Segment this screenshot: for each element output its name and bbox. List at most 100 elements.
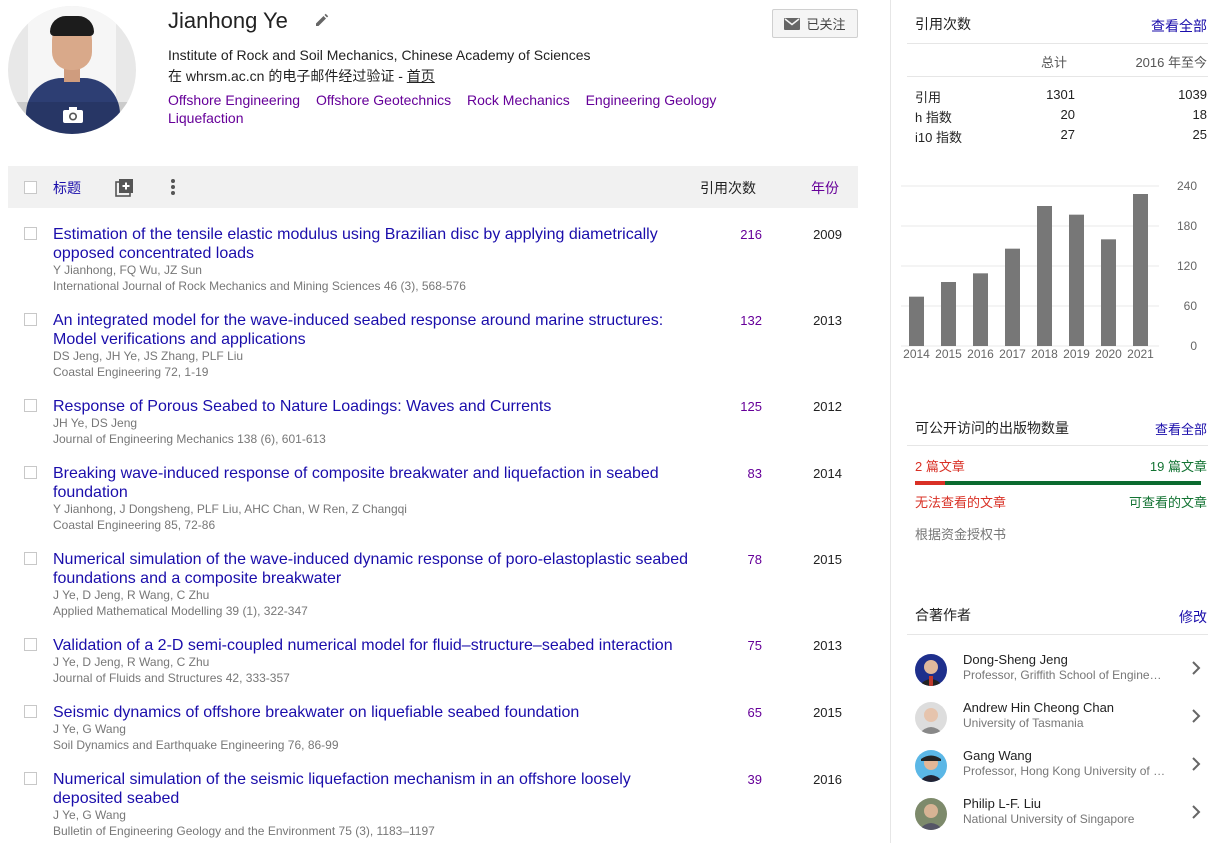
coauthor-affiliation: National University of Singapore [963, 812, 1135, 826]
chevron-right-icon [1192, 709, 1201, 723]
unavailable-label[interactable]: 无法查看的文章 [915, 492, 1006, 511]
coauthor-item[interactable]: Andrew Hin Cheong Chan University of Tas… [915, 700, 1205, 744]
citation-bar-2014[interactable] [909, 296, 924, 346]
x-tick-label: 2020 [1095, 347, 1122, 361]
citation-bar-2017[interactable] [1005, 248, 1020, 346]
row-checkbox[interactable] [24, 705, 37, 718]
row-checkbox[interactable] [24, 638, 37, 651]
stats-col-total: 总计 [1041, 55, 1068, 70]
y-tick-label: 240 [1177, 179, 1197, 193]
interest-link[interactable]: Offshore Engineering [168, 92, 300, 108]
profile-affiliation: Institute of Rock and Soil Mechanics, Ch… [168, 47, 591, 63]
y-tick-label: 180 [1177, 219, 1197, 233]
interest-link[interactable]: Rock Mechanics [467, 92, 570, 108]
citation-count[interactable]: 39 [708, 772, 762, 787]
publication-year: 2015 [813, 552, 842, 567]
chevron-right-icon [1192, 805, 1201, 819]
open-access-view-all-link[interactable]: 查看全部 [1155, 419, 1207, 438]
publication-title[interactable]: Validation of a 2-D semi-coupled numeric… [53, 636, 693, 655]
publication-venue: Journal of Fluids and Structures 42, 333… [53, 671, 290, 685]
coauthor-name: Andrew Hin Cheong Chan [963, 700, 1115, 715]
unavailable-count[interactable]: 2 篇文章 [915, 456, 965, 475]
chevron-right-icon [1192, 661, 1201, 675]
publication-year: 2009 [813, 227, 842, 242]
add-article-icon[interactable] [115, 178, 134, 197]
pencil-edit-icon[interactable] [314, 12, 330, 28]
row-checkbox[interactable] [24, 227, 37, 240]
citation-count[interactable]: 78 [708, 552, 762, 567]
stat-label: 引用 [915, 90, 942, 105]
publication-title[interactable]: Breaking wave-induced response of compos… [53, 464, 693, 502]
more-vertical-icon[interactable] [170, 178, 176, 196]
publication-venue: Bulletin of Engineering Geology and the … [53, 824, 435, 838]
publication-title[interactable]: Seismic dynamics of offshore breakwater … [53, 703, 693, 722]
x-tick-label: 2021 [1127, 347, 1154, 361]
row-checkbox[interactable] [24, 313, 37, 326]
mandate-note: 根据资金授权书 [915, 527, 1007, 542]
sort-by-citations[interactable]: 引用次数 [700, 178, 756, 198]
publication-year: 2016 [813, 772, 842, 787]
publication-title[interactable]: Response of Porous Seabed to Nature Load… [53, 397, 693, 416]
available-count[interactable]: 19 篇文章 [1150, 456, 1207, 475]
publication-venue: Journal of Engineering Mechanics 138 (6)… [53, 432, 326, 446]
stat-since: 25 [1192, 127, 1207, 142]
available-label[interactable]: 可查看的文章 [1129, 492, 1207, 511]
citations-bar-chart: 0 60 120 180 240 2014 2015 2016 2017 2018 2019 2020… [901, 179, 1197, 361]
publication-title[interactable]: Estimation of the tensile elastic modulu… [53, 225, 693, 263]
avatar [915, 702, 947, 734]
y-tick-label: 0 [1190, 339, 1197, 353]
citation-count[interactable]: 132 [708, 313, 762, 328]
follow-button[interactable]: 已关注 [772, 9, 858, 38]
row-checkbox[interactable] [24, 466, 37, 479]
citation-bar-2018[interactable] [1037, 206, 1052, 346]
citation-bar-2021[interactable] [1133, 194, 1148, 346]
select-all-checkbox[interactable] [24, 181, 37, 194]
publication-authors: J Ye, G Wang [53, 722, 126, 736]
publication-authors: J Ye, G Wang [53, 808, 126, 822]
row-checkbox[interactable] [24, 552, 37, 565]
x-tick-label: 2017 [999, 347, 1026, 361]
citation-bar-2015[interactable] [941, 282, 956, 346]
divider [907, 445, 1208, 446]
publication-title[interactable]: Numerical simulation of the wave-induced… [53, 550, 693, 588]
publications-table-header: 标题 引用次数 年份 [8, 166, 858, 208]
homepage-link[interactable]: 首页 [407, 68, 435, 84]
interest-link[interactable]: Offshore Geotechnics [316, 92, 451, 108]
sort-by-title[interactable]: 标题 [53, 178, 81, 198]
coauthor-item[interactable]: Dong-Sheng Jeng Professor, Griffith Scho… [915, 652, 1205, 696]
publication-title[interactable]: An integrated model for the wave-induced… [53, 311, 693, 349]
publication-title[interactable]: Numerical simulation of the seismic liqu… [53, 770, 693, 808]
profile-sidebar: 引用次数 查看全部 总计 2016 年至今 引用 1301 1039 h 指数 … [890, 0, 1215, 843]
citation-count[interactable]: 65 [708, 705, 762, 720]
publication-venue: Coastal Engineering 85, 72-86 [53, 518, 216, 532]
coauthor-affiliation: University of Tasmania [963, 716, 1084, 730]
citation-count[interactable]: 75 [708, 638, 762, 653]
row-checkbox[interactable] [24, 399, 37, 412]
citation-bar-2019[interactable] [1069, 214, 1084, 346]
interest-link[interactable]: Engineering Geology [586, 92, 717, 108]
stat-total: 27 [1060, 127, 1075, 142]
mail-icon [784, 17, 801, 30]
citation-count[interactable]: 125 [708, 399, 762, 414]
stat-label: i10 指数 [915, 130, 962, 145]
coauthor-name: Dong-Sheng Jeng [963, 652, 1068, 667]
coauthors-edit-link[interactable]: 修改 [1179, 607, 1207, 627]
profile-avatar[interactable] [8, 6, 136, 134]
publication-authors: Y Jianhong, FQ Wu, JZ Sun [53, 263, 202, 277]
publication-venue: International Journal of Rock Mechanics … [53, 279, 466, 293]
x-tick-label: 2019 [1063, 347, 1090, 361]
avatar [915, 654, 947, 686]
citation-bar-2020[interactable] [1101, 239, 1116, 346]
divider [907, 634, 1208, 635]
row-checkbox[interactable] [24, 772, 37, 785]
citation-count[interactable]: 216 [708, 227, 762, 242]
citations-view-all-link[interactable]: 查看全部 [1151, 16, 1207, 36]
coauthor-item[interactable]: Gang Wang Professor, Hong Kong Universit… [915, 748, 1205, 792]
coauthor-item[interactable]: Philip L-F. Liu National University of S… [915, 796, 1205, 840]
citation-bar-2016[interactable] [973, 273, 988, 346]
stat-total: 1301 [1046, 87, 1075, 102]
camera-icon[interactable] [62, 106, 84, 124]
sort-by-year[interactable]: 年份 [811, 178, 839, 198]
interest-link[interactable]: Liquefaction [168, 110, 244, 126]
citation-count[interactable]: 83 [708, 466, 762, 481]
